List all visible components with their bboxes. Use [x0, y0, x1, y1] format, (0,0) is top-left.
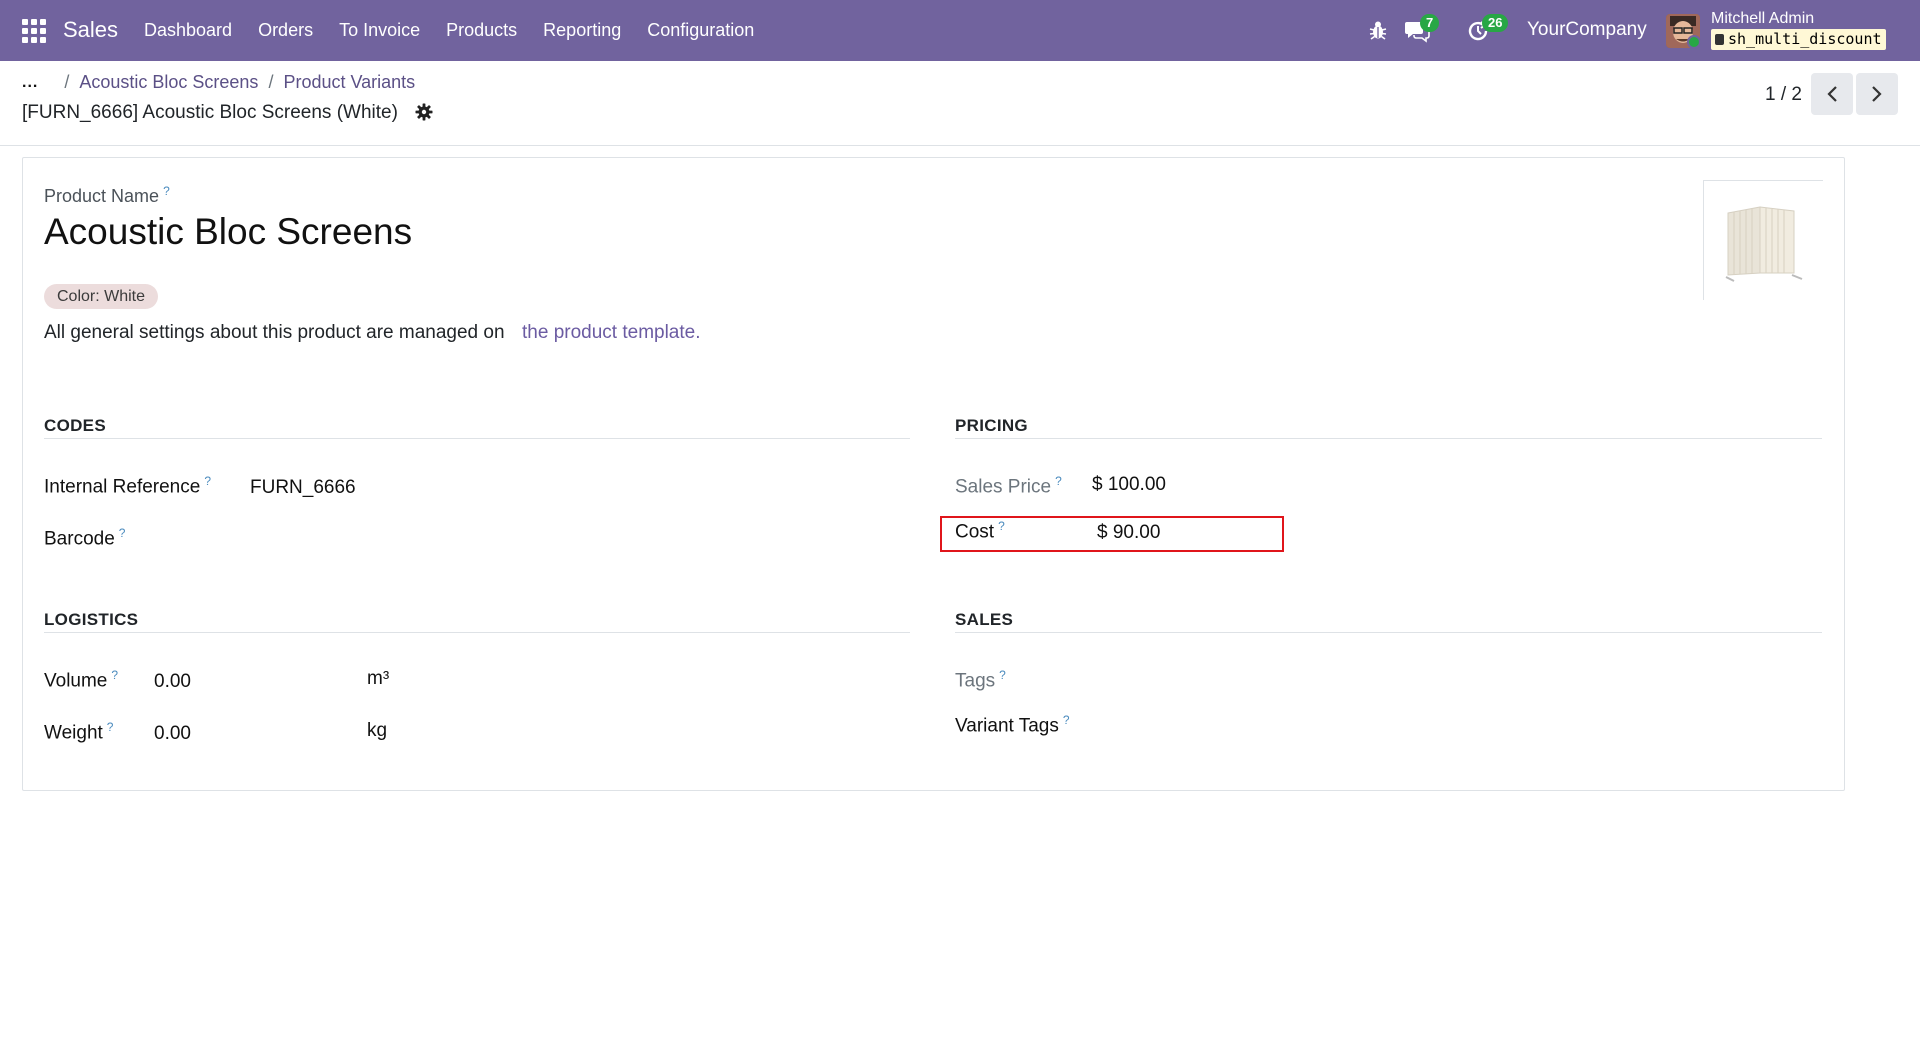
- tags-label: Tags?: [955, 668, 1006, 692]
- product-name-label: Product Name?: [44, 184, 170, 206]
- cost-highlight-box: [940, 516, 1284, 552]
- user-name[interactable]: Mitchell Admin: [1711, 10, 1814, 28]
- database-name: sh_multi_discount: [1728, 30, 1882, 48]
- breadcrumb-separator: /: [64, 72, 70, 92]
- volume-unit: m³: [367, 668, 390, 689]
- sales-section-title: SALES: [955, 610, 1014, 629]
- online-status-dot: [1687, 35, 1701, 49]
- internal-reference-field[interactable]: FURN_6666: [250, 477, 356, 499]
- pricing-section-title: PRICING: [955, 416, 1028, 435]
- product-image[interactable]: [1703, 180, 1824, 301]
- help-tooltip-icon[interactable]: ?: [999, 668, 1006, 682]
- logistics-section-title: LOGISTICS: [44, 610, 139, 629]
- menu-dashboard[interactable]: Dashboard: [131, 0, 245, 61]
- breadcrumb-more[interactable]: ...: [22, 74, 38, 92]
- pager-next-button[interactable]: [1856, 73, 1898, 115]
- messages-badge: 7: [1420, 14, 1440, 32]
- pricing-section-divider: [955, 438, 1822, 439]
- help-tooltip-icon[interactable]: ?: [163, 184, 170, 198]
- product-template-link[interactable]: the product template.: [522, 322, 701, 344]
- volume-field[interactable]: 0.00: [154, 671, 191, 693]
- menu-orders[interactable]: Orders: [245, 0, 326, 61]
- help-tooltip-icon[interactable]: ?: [119, 526, 126, 540]
- sales-price-field: $ 100.00: [1092, 474, 1166, 495]
- codes-section-title: CODES: [44, 416, 106, 435]
- breadcrumb: ... / Acoustic Bloc Screens / Product Va…: [22, 72, 415, 93]
- database-badge: sh_multi_discount: [1711, 29, 1886, 50]
- app-brand[interactable]: Sales: [63, 17, 118, 43]
- sales-section-divider: [955, 632, 1822, 633]
- menu-reporting[interactable]: Reporting: [530, 0, 634, 61]
- menu-to-invoice[interactable]: To Invoice: [326, 0, 433, 61]
- product-name-field[interactable]: Acoustic Bloc Screens: [44, 211, 412, 253]
- internal-reference-label: Internal Reference?: [44, 474, 212, 498]
- weight-label: Weight?: [44, 720, 114, 744]
- breadcrumb-product-template[interactable]: Acoustic Bloc Screens: [79, 72, 258, 93]
- main-menu: Dashboard Orders To Invoice Products Rep…: [131, 0, 767, 61]
- template-info-text: All general settings about this product …: [44, 322, 505, 343]
- breadcrumb-separator: /: [268, 72, 274, 92]
- weight-field[interactable]: 0.00: [154, 723, 191, 745]
- variant-tags-field[interactable]: [1092, 713, 1392, 737]
- barcode-label: Barcode?: [44, 526, 126, 550]
- menu-configuration[interactable]: Configuration: [634, 0, 767, 61]
- weight-unit: kg: [367, 720, 388, 741]
- codes-section-divider: [44, 438, 910, 439]
- barcode-field[interactable]: [250, 526, 550, 550]
- sales-price-label: Sales Price?: [955, 474, 1062, 498]
- database-icon: [1715, 34, 1724, 45]
- chevron-left-icon: [1827, 86, 1837, 102]
- variant-tags-label: Variant Tags?: [955, 713, 1070, 737]
- top-navbar: Sales Dashboard Orders To Invoice Produc…: [0, 0, 1920, 61]
- logistics-section-divider: [44, 632, 910, 633]
- record-title: [FURN_6666] Acoustic Bloc Screens (White…: [22, 102, 398, 123]
- help-tooltip-icon[interactable]: ?: [204, 474, 211, 488]
- help-tooltip-icon[interactable]: ?: [111, 668, 118, 682]
- help-tooltip-icon[interactable]: ?: [1063, 713, 1070, 727]
- gear-icon[interactable]: [415, 103, 433, 121]
- company-switcher[interactable]: YourCompany: [1527, 19, 1647, 41]
- volume-label: Volume?: [44, 668, 119, 692]
- pager-previous-button[interactable]: [1811, 73, 1853, 115]
- help-tooltip-icon[interactable]: ?: [1055, 474, 1062, 488]
- variant-attribute-chip: Color: White: [44, 284, 159, 309]
- debug-bug-icon[interactable]: [1368, 19, 1388, 41]
- activities-badge: 26: [1482, 14, 1509, 32]
- help-tooltip-icon[interactable]: ?: [107, 720, 114, 734]
- pager-value[interactable]: 1 / 2: [1765, 84, 1802, 106]
- breadcrumb-product-variants[interactable]: Product Variants: [283, 72, 415, 93]
- menu-products[interactable]: Products: [433, 0, 530, 61]
- control-panel-divider: [0, 145, 1920, 146]
- chevron-right-icon: [1872, 86, 1882, 102]
- apps-grid-icon[interactable]: [22, 19, 46, 43]
- acoustic-screen-image: [1704, 181, 1824, 301]
